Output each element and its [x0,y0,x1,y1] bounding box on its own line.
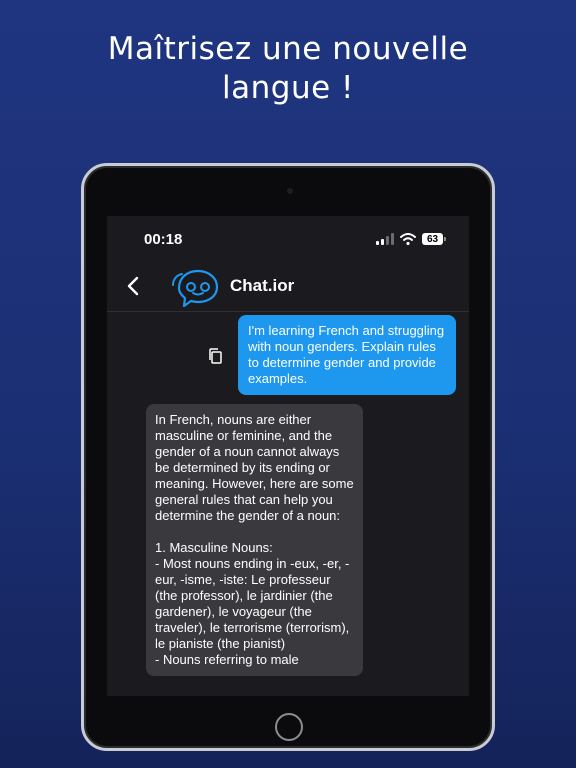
battery-icon: 63 [422,233,446,245]
app-title: Chat.ior [230,276,295,295]
chat-header: Chat.ior [107,264,469,312]
headline-line-2: langue ! [222,70,354,106]
chevron-left-icon[interactable] [123,274,145,298]
copy-icon[interactable] [207,347,223,365]
home-button[interactable] [275,713,303,741]
wifi-icon [400,233,416,245]
chat-bubble-logo-icon [172,269,219,308]
camera-icon [287,188,293,194]
app-screen: 00:18 63 Chat.ior I'm learning French an… [107,216,469,696]
headline: Maîtrisez une nouvelle langue ! [0,30,576,108]
status-bar: 00:18 63 [107,216,469,264]
headline-line-1: Maîtrisez une nouvelle [107,31,469,67]
assistant-message-bubble: In French, nouns are either masculine or… [146,404,363,676]
status-icons: 63 [376,233,446,245]
cellular-signal-icon [376,233,394,245]
user-message-bubble: I'm learning French and struggling with … [238,315,456,395]
status-time: 00:18 [144,231,183,248]
